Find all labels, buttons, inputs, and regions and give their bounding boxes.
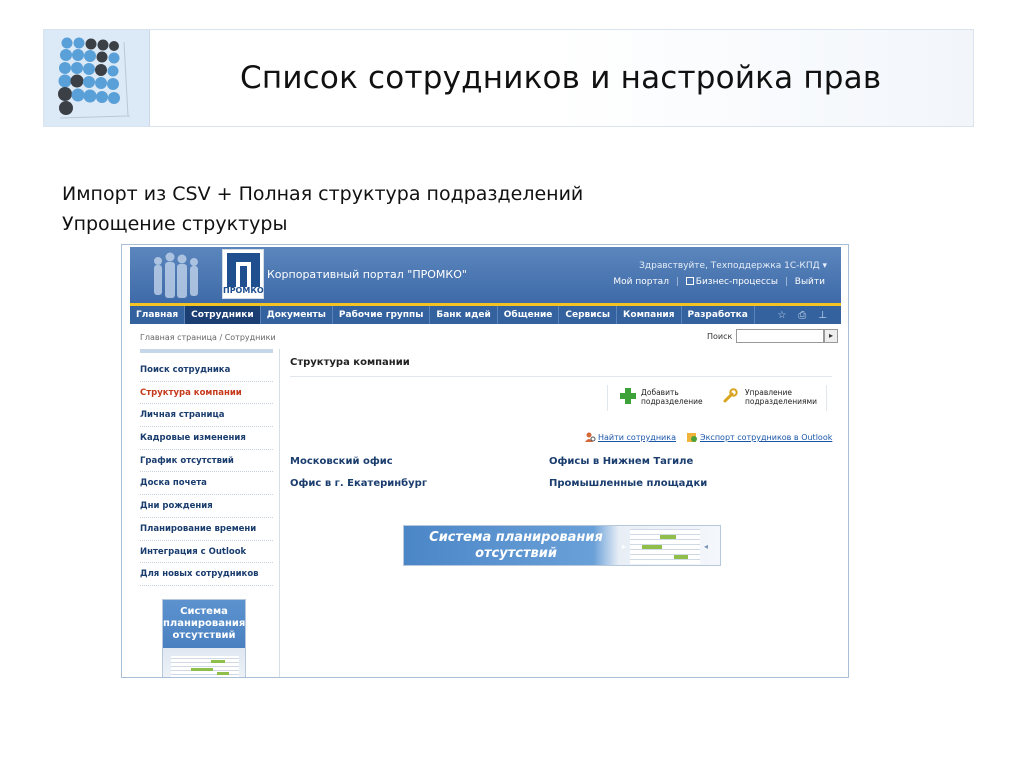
search-input[interactable] (736, 329, 824, 343)
sidebar-item-new-employees[interactable]: Для новых сотрудников (140, 563, 273, 586)
page-title: Структура компании (290, 357, 410, 368)
sidebar-top-bar (140, 349, 273, 353)
export-outlook-icon (687, 433, 697, 442)
plus-icon[interactable] (620, 388, 636, 404)
find-employee-link[interactable]: Найти сотрудника (598, 433, 676, 442)
nav-item-workgroups[interactable]: Рабочие группы (333, 306, 431, 324)
business-processes-link[interactable]: Бизнес-процессы (684, 277, 780, 287)
banner-text: Система планирования отсутствий (429, 530, 603, 561)
sidebar-promo-text: Система планирования отсутствий (163, 606, 246, 641)
nav-item-main[interactable]: Главная (130, 306, 186, 324)
sidebar: Поиск сотрудника Структура компании Личн… (130, 349, 280, 677)
nav-item-employees[interactable]: Сотрудники (185, 306, 261, 324)
promo-calendar-graphic (171, 656, 239, 677)
divider (290, 376, 832, 377)
people-silhouette-icon (154, 252, 198, 298)
search-button[interactable]: ▸ (824, 329, 838, 343)
nav-item-communication[interactable]: Общение (498, 306, 560, 324)
nav-item-company[interactable]: Компания (617, 306, 682, 324)
my-portal-link[interactable]: Мой портал (611, 277, 671, 287)
sidebar-item-company-structure[interactable]: Структура компании (140, 382, 273, 405)
nav-item-documents[interactable]: Документы (261, 306, 333, 324)
slide-subtitle-2: Упрощение структуры (62, 213, 288, 235)
slide: Список сотрудников и настройка прав Импо… (0, 0, 1024, 768)
sidebar-item-honor-board[interactable]: Доска почета (140, 472, 273, 496)
banner-calendar-graphic (630, 529, 700, 564)
sidebar-item-absence-chart[interactable]: График отсутствий (140, 450, 273, 473)
manage-departments-button[interactable]: Управление подразделениями (745, 388, 817, 406)
nav-item-services[interactable]: Сервисы (559, 306, 618, 324)
dots-logo-icon (58, 37, 131, 119)
promko-logo-text: ПРОМКО (223, 286, 264, 295)
portal-header: ПРОМКО Корпоративный портал "ПРОМКО" Здр… (130, 247, 841, 303)
sidebar-item-find-employee[interactable]: Поиск сотрудника (140, 359, 273, 382)
breadcrumb[interactable]: Главная страница / Сотрудники (140, 333, 276, 342)
find-person-icon (585, 432, 596, 442)
office-link-ekaterinburg[interactable]: Офис в г. Екатеринбург (290, 478, 427, 489)
sidebar-item-outlook[interactable]: Интеграция с Outlook (140, 541, 273, 564)
top-links: Мой портал | Бизнес-процессы | Выйти (611, 277, 827, 287)
sidebar-item-hr-changes[interactable]: Кадровые изменения (140, 427, 273, 450)
wrench-icon[interactable] (722, 388, 738, 404)
print-icon[interactable]: ⎙ (798, 310, 806, 321)
business-process-icon (685, 277, 694, 285)
absence-planning-banner[interactable]: Система планирования отсутствий ▸ ◂ (403, 525, 721, 566)
add-department-button[interactable]: Добавить подразделение (641, 388, 703, 406)
star-icon[interactable]: ☆ (777, 310, 786, 321)
slide-title: Список сотрудников и настройка прав (240, 60, 882, 96)
promko-logo[interactable]: ПРОМКО (222, 249, 264, 299)
portal-name: Корпоративный портал "ПРОМКО" (267, 268, 467, 281)
office-link-tagil[interactable]: Офисы в Нижнем Тагиле (549, 456, 693, 467)
nav-item-idea-bank[interactable]: Банк идей (430, 306, 498, 324)
portal-screenshot: ПРОМКО Корпоративный портал "ПРОМКО" Здр… (121, 244, 849, 678)
main-nav: Главная Сотрудники Документы Рабочие гру… (130, 306, 841, 324)
banner-arrow-left-icon: ◂ (704, 542, 709, 551)
nav-item-development[interactable]: Разработка (682, 306, 755, 324)
user-greeting[interactable]: Здравствуйте, Техподдержка 1С-КПД ▾ (639, 261, 827, 271)
office-link-industrial[interactable]: Промышленные площадки (549, 478, 707, 489)
sidebar-item-personal-page[interactable]: Личная страница (140, 404, 273, 428)
export-outlook-link[interactable]: Экспорт сотрудников в Outlook (700, 433, 832, 442)
sidebar-item-time-planning[interactable]: Планирование времени (140, 518, 273, 541)
sidebar-item-birthdays[interactable]: Дни рождения (140, 495, 273, 518)
search-label: Поиск (707, 332, 733, 341)
logout-link[interactable]: Выйти (793, 277, 827, 287)
sidebar-menu: Поиск сотрудника Структура компании Личн… (140, 359, 273, 586)
office-link-moscow[interactable]: Московский офис (290, 456, 393, 467)
sitemap-icon[interactable]: ⊥ (818, 310, 827, 321)
title-band: Список сотрудников и настройка прав (43, 29, 974, 127)
nav-icons: ☆ ⎙ ⊥ (777, 306, 841, 324)
structure-actions: Добавить подразделение Управление подраз… (607, 385, 827, 411)
sidebar-promo-banner[interactable]: Система планирования отсутствий (162, 599, 246, 677)
slide-subtitle-1: Импорт из CSV + Полная структура подразд… (62, 183, 584, 205)
slide-logo (44, 30, 150, 126)
banner-arrow-icon: ▸ (622, 542, 627, 551)
